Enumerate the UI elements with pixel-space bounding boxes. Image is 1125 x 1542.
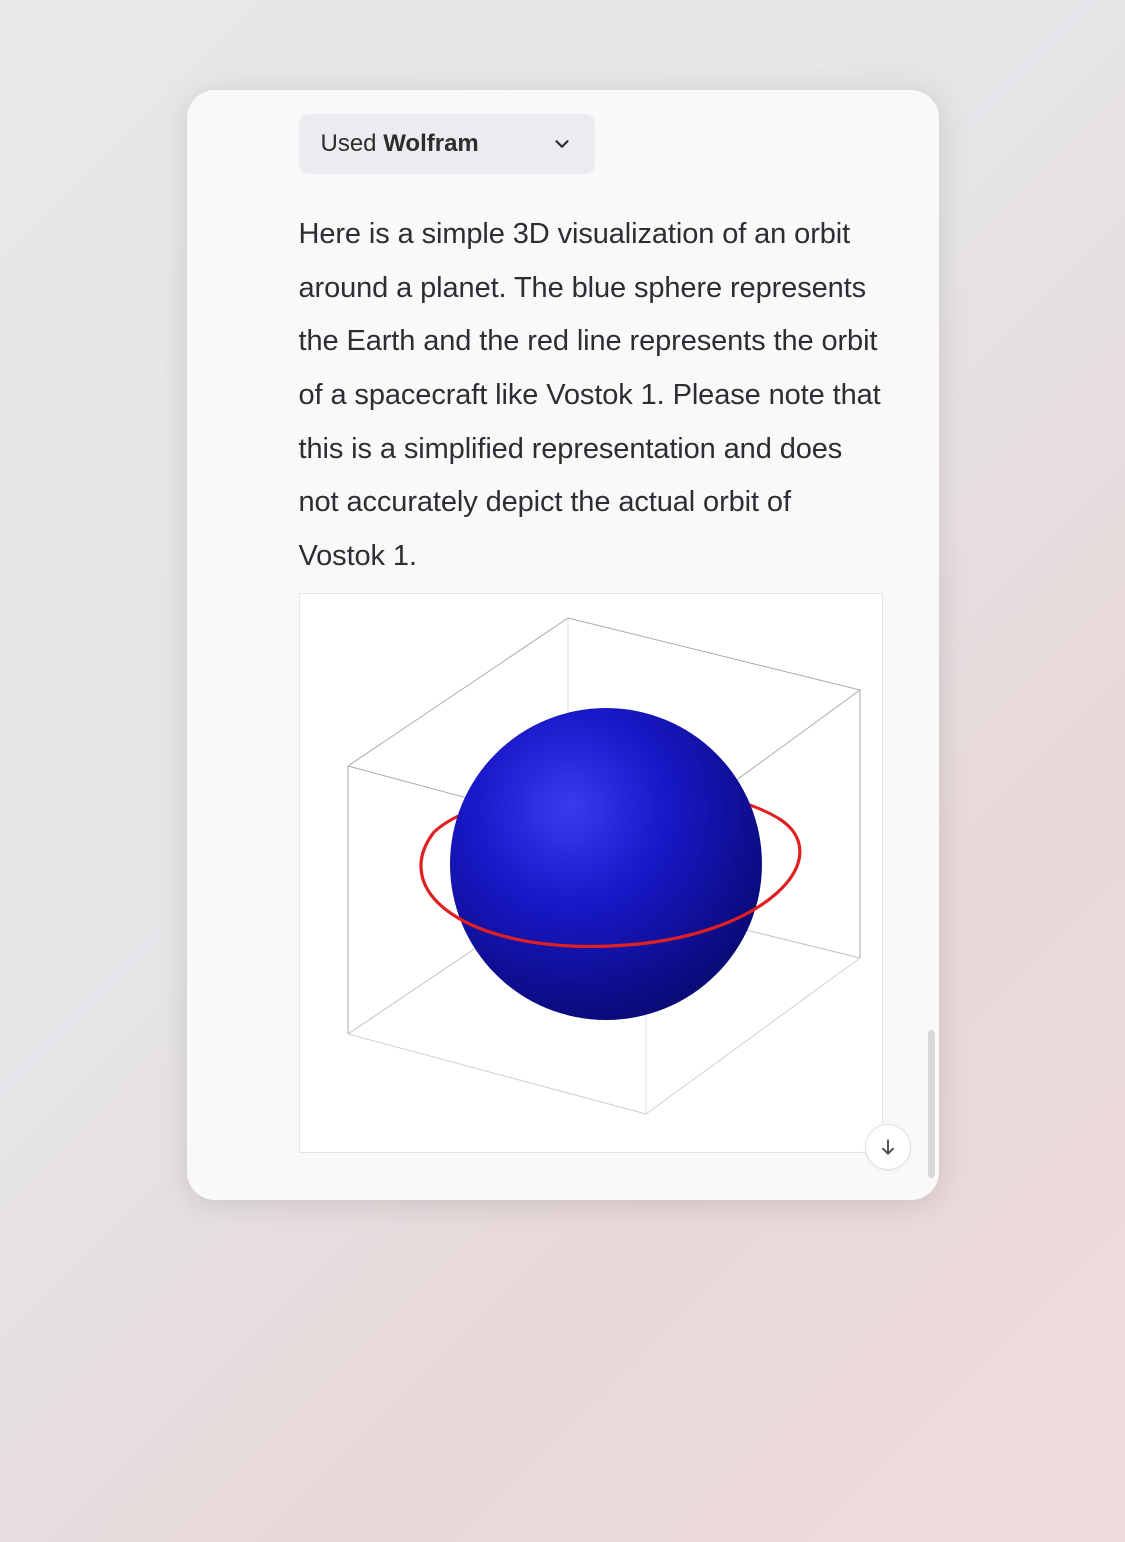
assistant-message-text: Here is a simple 3D visualization of an … — [299, 208, 883, 583]
scroll-to-bottom-button[interactable] — [865, 1124, 911, 1170]
arrow-down-icon — [878, 1137, 898, 1157]
orbit-3d-plot — [299, 593, 883, 1153]
chat-message-card: Used Wolfram Here is a simple 3D visuali… — [187, 90, 939, 1200]
scrollbar-thumb[interactable] — [928, 1030, 935, 1178]
tool-chip-label: Used Wolfram — [321, 130, 479, 158]
message-content: Used Wolfram Here is a simple 3D visuali… — [243, 114, 883, 1153]
tool-used-chip[interactable]: Used Wolfram — [299, 114, 595, 174]
chevron-down-icon — [551, 133, 573, 155]
tool-chip-prefix: Used — [321, 130, 384, 157]
tool-chip-name: Wolfram — [383, 130, 479, 157]
